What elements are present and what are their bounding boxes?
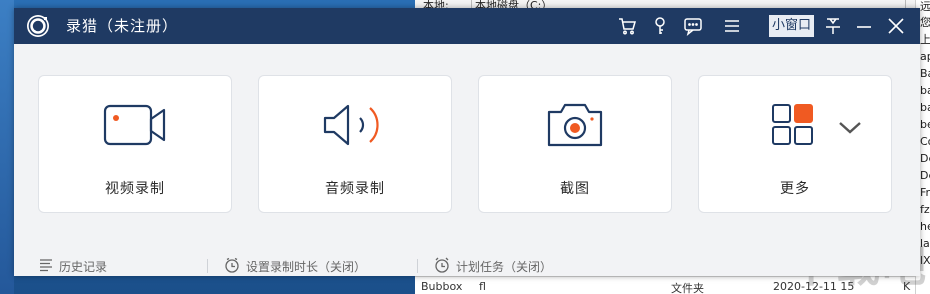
- explorer-cell: 文件夹: [671, 282, 704, 294]
- app-window: 录猎（未注册） 小窗口 视频录制 音频录制 截图 更多 历史记录 设置录制时长（…: [14, 8, 920, 276]
- card-label: 音频录制: [325, 181, 385, 197]
- history-button[interactable]: 历史记录: [39, 257, 107, 275]
- card-label: 更多: [780, 181, 810, 197]
- chevron-down-icon[interactable]: [837, 120, 863, 136]
- alarm-clock-icon: [434, 257, 450, 276]
- divider: [207, 259, 208, 273]
- list-icon: [39, 258, 53, 275]
- camera-icon: [479, 100, 671, 150]
- desktop-background: [0, 0, 14, 294]
- history-label: 历史记录: [59, 259, 108, 274]
- schedule-label: 计划任务（关闭）: [456, 259, 553, 274]
- cart-icon[interactable]: [616, 15, 638, 37]
- clock-icon: [224, 257, 240, 276]
- minimize-icon[interactable]: [853, 15, 875, 37]
- more-card[interactable]: 更多: [698, 75, 892, 213]
- titlebar: 录猎（未注册） 小窗口: [14, 8, 920, 44]
- schedule-button[interactable]: 计划任务（关闭）: [434, 257, 552, 275]
- mini-window-button[interactable]: 小窗口: [769, 15, 815, 37]
- close-icon[interactable]: [885, 15, 907, 37]
- app-logo-icon: [26, 14, 50, 38]
- key-icon[interactable]: [649, 15, 671, 37]
- speaker-icon: [259, 100, 451, 150]
- menu-icon[interactable]: [721, 15, 743, 37]
- video-camera-icon: [39, 100, 231, 150]
- bottom-bar: 历史记录 设置录制时长（关闭） 计划任务（关闭）: [14, 254, 920, 276]
- set-duration-button[interactable]: 设置录制时长（关闭）: [224, 257, 366, 275]
- divider: [417, 259, 418, 273]
- explorer-cell: Bubbox: [421, 280, 463, 293]
- feedback-icon[interactable]: [682, 15, 704, 37]
- screenshot-card[interactable]: 截图: [478, 75, 672, 213]
- video-record-card[interactable]: 视频录制: [38, 75, 232, 213]
- audio-record-card[interactable]: 音频录制: [258, 75, 452, 213]
- explorer-cell: fl: [479, 280, 486, 293]
- card-label: 视频录制: [105, 181, 165, 197]
- card-label: 截图: [560, 181, 590, 197]
- pin-icon[interactable]: [822, 15, 844, 37]
- set-duration-label: 设置录制时长（关闭）: [246, 259, 367, 274]
- app-title: 录猎（未注册）: [66, 17, 179, 35]
